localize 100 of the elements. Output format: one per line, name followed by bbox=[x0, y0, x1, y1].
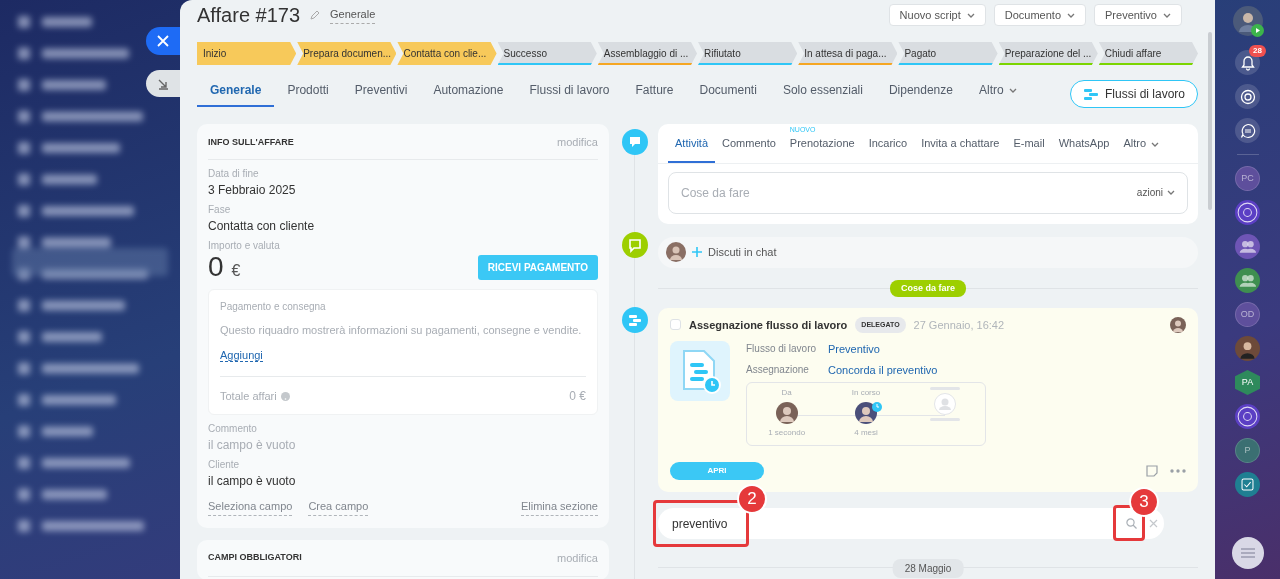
target-icon[interactable] bbox=[1235, 200, 1260, 225]
field-label: Commento bbox=[208, 422, 258, 436]
step-time: 4 mesi bbox=[854, 427, 878, 439]
tab[interactable]: Flussi di lavoro bbox=[516, 81, 623, 107]
panel-description: Questo riquadro mostrerà informazioni su pagamenti, consegne e vendite. bbox=[220, 322, 583, 338]
row-link[interactable]: Concorda il preventivo bbox=[828, 361, 938, 378]
tab[interactable]: Fatture bbox=[622, 81, 687, 107]
chat-bar[interactable]: Discuti in chat bbox=[658, 236, 1198, 268]
avatar bbox=[666, 242, 686, 262]
header-dropdown[interactable]: Nuovo script bbox=[888, 3, 986, 27]
group-icon[interactable] bbox=[1235, 268, 1260, 293]
currency: € bbox=[231, 260, 241, 281]
stage-step[interactable]: Assemblaggio di ... bbox=[597, 42, 697, 65]
todo-input[interactable]: Cose da fare azioni bbox=[668, 171, 1188, 214]
activity-tab[interactable]: Attività bbox=[668, 124, 715, 163]
activity-tab[interactable]: Altro bbox=[1116, 124, 1166, 163]
field-link[interactable]: Crea campo bbox=[308, 498, 369, 516]
close-button[interactable] bbox=[146, 27, 180, 55]
stage-step[interactable]: Chiudi affare bbox=[1098, 42, 1199, 65]
menu-icon bbox=[1240, 548, 1255, 558]
chat-icon bbox=[622, 232, 648, 258]
target-icon[interactable] bbox=[1239, 88, 1256, 105]
row-label: Flusso di lavoro bbox=[746, 342, 818, 356]
delete-section-link[interactable]: Elimina sezione bbox=[520, 498, 598, 516]
workflow-button[interactable]: Flussi di lavoro bbox=[1069, 80, 1198, 108]
task-time: 27 Gennaio, 16:42 bbox=[913, 317, 1005, 333]
activity-tab[interactable]: Commento bbox=[715, 124, 783, 163]
activity-tab[interactable]: Incarico bbox=[861, 124, 915, 163]
field-label: Importo e valuta bbox=[208, 238, 281, 253]
comment-icon bbox=[622, 129, 648, 155]
field-value: il campo è vuoto bbox=[208, 437, 297, 454]
avatar bbox=[855, 402, 877, 424]
close-icon bbox=[157, 35, 169, 47]
actions-dropdown[interactable]: azioni bbox=[1136, 185, 1175, 200]
activity-tab[interactable]: E-mail bbox=[1006, 124, 1052, 163]
field-label: Data di fine bbox=[208, 166, 260, 181]
more-icon[interactable] bbox=[1170, 469, 1186, 473]
search-field[interactable]: preventivo bbox=[658, 508, 1164, 539]
step-time: 1 secondo bbox=[768, 427, 806, 439]
tab[interactable]: Automazione bbox=[420, 81, 517, 107]
header-dropdown[interactable]: Documento bbox=[993, 3, 1086, 27]
stage-step[interactable]: Successo bbox=[497, 42, 597, 65]
tab[interactable]: Altro bbox=[966, 81, 1030, 107]
minimize-icon bbox=[157, 77, 169, 90]
tab[interactable]: Documenti bbox=[686, 81, 770, 107]
add-link[interactable]: Aggiungi bbox=[220, 349, 263, 362]
task-title: Assegnazione flusso di lavoro bbox=[689, 317, 848, 333]
category-dropdown[interactable]: Generale bbox=[330, 6, 376, 24]
task-icon[interactable] bbox=[1235, 472, 1260, 497]
bell-icon[interactable] bbox=[1239, 54, 1256, 71]
card-title: INFO SULL'AFFARE bbox=[208, 135, 294, 149]
activity-tab[interactable]: WhatsApp bbox=[1051, 124, 1117, 163]
caret-icon bbox=[1163, 12, 1171, 18]
activity-tab[interactable]: Invita a chattare bbox=[914, 124, 1007, 163]
scrollbar[interactable] bbox=[1208, 32, 1212, 210]
caret-icon bbox=[1167, 190, 1175, 195]
contact-avatar[interactable]: OD bbox=[1235, 302, 1260, 327]
menu-button[interactable] bbox=[1231, 537, 1264, 569]
chat-icon[interactable] bbox=[1239, 122, 1256, 139]
field-value: il campo è vuoto bbox=[208, 473, 297, 490]
stage-step[interactable]: Rifiutato bbox=[698, 42, 798, 65]
row-link[interactable]: Preventivo bbox=[828, 341, 880, 358]
section-label: Cose da fare bbox=[890, 279, 966, 297]
target-icon[interactable] bbox=[1235, 404, 1260, 429]
caret-icon bbox=[1008, 88, 1017, 94]
page-title: Affare #173 bbox=[197, 5, 301, 25]
chat-label: Discuti in chat bbox=[708, 244, 777, 260]
group-avatar[interactable]: PA bbox=[1235, 370, 1260, 395]
stage-step[interactable]: Inizio bbox=[197, 42, 297, 65]
minimize-button[interactable] bbox=[146, 70, 180, 97]
tab[interactable]: Dipendenze bbox=[875, 81, 966, 107]
group-icon[interactable] bbox=[1235, 234, 1260, 259]
caret-icon bbox=[966, 12, 975, 18]
field-link[interactable]: Seleziona campo bbox=[208, 498, 293, 516]
avatar bbox=[1170, 316, 1186, 333]
header-dropdown[interactable]: Preventivo bbox=[1094, 3, 1182, 27]
stage-step[interactable]: Contatta con clie... bbox=[397, 42, 497, 65]
stage-step[interactable]: Prepara documen... bbox=[297, 42, 397, 65]
stage-step[interactable]: Pagato bbox=[898, 42, 998, 65]
play-icon bbox=[1251, 23, 1264, 37]
card-title: CAMPI OBBLIGATORI bbox=[208, 551, 302, 564]
total-label: Totale affari bbox=[220, 388, 277, 404]
search-input[interactable]: preventivo bbox=[670, 513, 1126, 534]
caret-icon bbox=[1151, 141, 1159, 147]
avatar[interactable] bbox=[1235, 336, 1260, 361]
workflow-icon bbox=[1082, 87, 1099, 101]
tab[interactable]: Generale bbox=[197, 81, 275, 107]
step-label: In corso bbox=[851, 387, 881, 399]
stage-step[interactable]: In attesa di paga... bbox=[798, 42, 898, 65]
clock-icon bbox=[872, 401, 882, 412]
tab[interactable]: Solo essenziali bbox=[769, 81, 876, 107]
avatar bbox=[775, 402, 798, 424]
stage-step[interactable]: Preparazione del ... bbox=[998, 42, 1098, 65]
tab[interactable]: Preventivi bbox=[341, 81, 421, 107]
field-value: Contatta con cliente bbox=[208, 217, 316, 235]
date-label: 28 Maggio bbox=[892, 559, 964, 578]
step-label: Da bbox=[781, 387, 792, 399]
tab[interactable]: Prodotti bbox=[274, 81, 342, 107]
panel-title: Pagamento e consegna bbox=[220, 299, 327, 314]
task-checkbox[interactable] bbox=[670, 319, 681, 331]
